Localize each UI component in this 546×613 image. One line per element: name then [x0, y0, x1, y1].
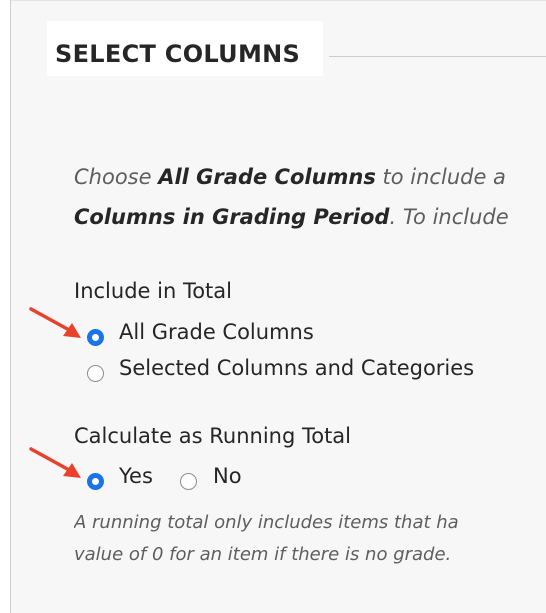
all-grade-columns-label[interactable]: All Grade Columns	[119, 320, 314, 344]
running-total-yes-radio[interactable]	[87, 473, 104, 490]
section-title: SELECT COLUMNS	[55, 40, 301, 68]
running-total-help-text: A running total only includes items that…	[74, 512, 459, 565]
annotation-arrow-icon	[29, 447, 81, 478]
instructions-text: Choose All Grade Columns to include a Co…	[74, 165, 509, 229]
section-divider	[329, 56, 546, 57]
running-total-no-radio[interactable]	[180, 473, 197, 490]
selected-columns-radio[interactable]	[87, 365, 104, 382]
running-total-label: Calculate as Running Total	[74, 424, 352, 448]
running-total-no-label[interactable]: No	[213, 464, 242, 488]
include-in-total-label: Include in Total	[74, 279, 232, 303]
annotation-arrow-icon	[29, 307, 81, 338]
all-grade-columns-radio[interactable]	[87, 329, 104, 346]
running-total-yes-label[interactable]: Yes	[119, 464, 153, 488]
selected-columns-label[interactable]: Selected Columns and Categories	[119, 356, 474, 380]
